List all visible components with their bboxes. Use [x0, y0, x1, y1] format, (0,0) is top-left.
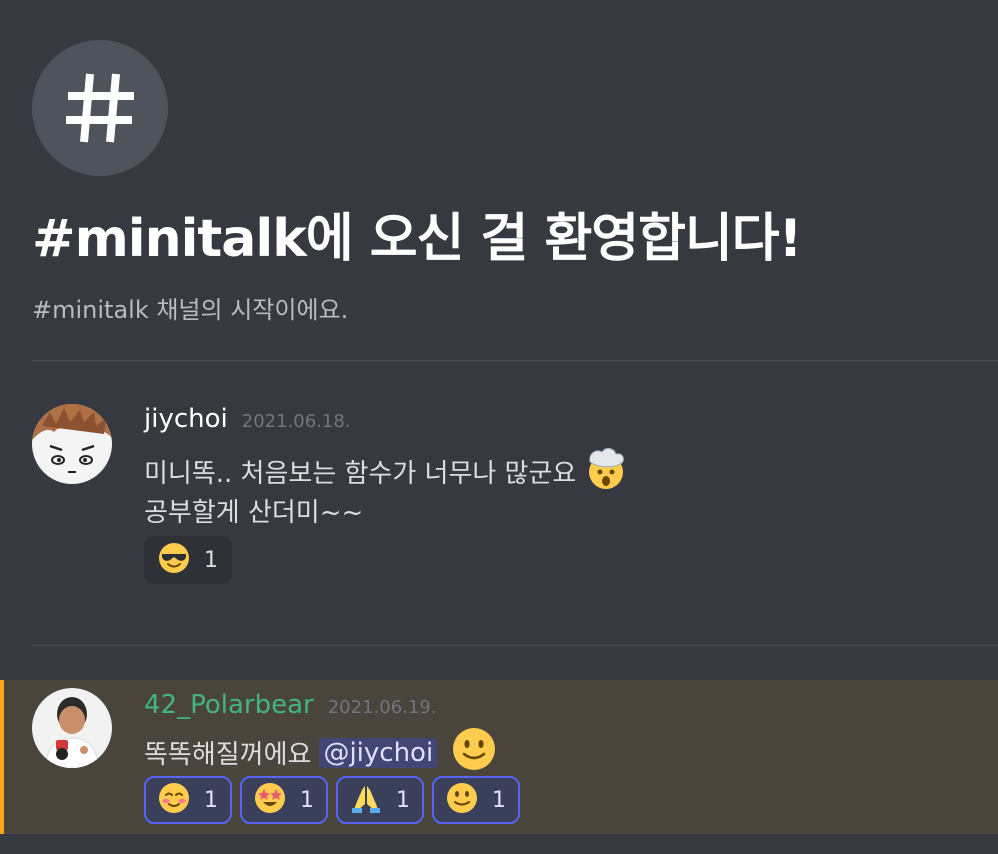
reaction-count: 1: [396, 787, 410, 813]
reaction-count: 1: [492, 787, 506, 813]
message-text-line: 미니똑.. 처음보는 함수가 너무나 많군요: [144, 446, 628, 497]
reaction-count: 1: [204, 787, 218, 813]
divider: [32, 645, 998, 646]
user-mention[interactable]: @jiychoi: [319, 737, 438, 768]
message-highlighted: 42_Polarbear 2021.06.19. 똑똑해질꺼에요 @jiycho…: [0, 680, 998, 834]
reaction-count: 1: [300, 787, 314, 813]
message-header: 42_Polarbear 2021.06.19.: [144, 690, 437, 720]
star-struck-emoji-icon: [254, 782, 286, 818]
reaction-button[interactable]: 1: [240, 776, 328, 824]
reaction-button[interactable]: 1: [144, 536, 232, 584]
reaction-bar: 1: [144, 536, 232, 584]
channel-view: #minitalk에 오신 걸 환영합니다! #minitalk 채널의 시작이…: [0, 0, 998, 854]
username[interactable]: jiychoi: [144, 404, 228, 434]
divider: [32, 360, 998, 361]
message-text-line: 공부할게 산더미~~: [144, 492, 363, 529]
sunglasses-emoji-icon: [158, 542, 190, 578]
slightly-smiling-emoji-icon: [446, 782, 478, 818]
exploding-head-emoji-icon: [584, 446, 628, 497]
reaction-bar: 1 1 1 1: [144, 776, 520, 824]
message-header: jiychoi 2021.06.18.: [144, 404, 351, 434]
timestamp: 2021.06.19.: [327, 697, 437, 718]
blush-emoji-icon: [158, 782, 190, 818]
reaction-button[interactable]: 1: [432, 776, 520, 824]
reaction-button[interactable]: 1: [336, 776, 424, 824]
message-text: 똑똑해질꺼에요: [144, 740, 312, 770]
avatar[interactable]: [32, 404, 112, 484]
message-text-line: 똑똑해질꺼에요 @jiychoi: [144, 726, 497, 779]
message-text: 미니똑.. 처음보는 함수가 너무나 많군요: [144, 459, 577, 489]
folded-hands-emoji-icon: [350, 782, 382, 818]
avatar[interactable]: [32, 688, 112, 768]
message: jiychoi 2021.06.18. 미니똑.. 처음보는 함수가 너무나 많…: [0, 380, 998, 620]
welcome-title: #minitalk에 오신 걸 환영합니다!: [32, 209, 802, 269]
message-text: 공부할게 산더미~~: [144, 498, 364, 528]
timestamp: 2021.06.18.: [241, 411, 351, 432]
reaction-button[interactable]: 1: [144, 776, 232, 824]
reaction-count: 1: [204, 547, 218, 573]
welcome-subtitle: #minitalk 채널의 시작이에요.: [32, 296, 349, 324]
slightly-smiling-emoji-icon: [451, 726, 497, 779]
channel-hash-icon: [32, 40, 168, 176]
username[interactable]: 42_Polarbear: [144, 690, 314, 720]
